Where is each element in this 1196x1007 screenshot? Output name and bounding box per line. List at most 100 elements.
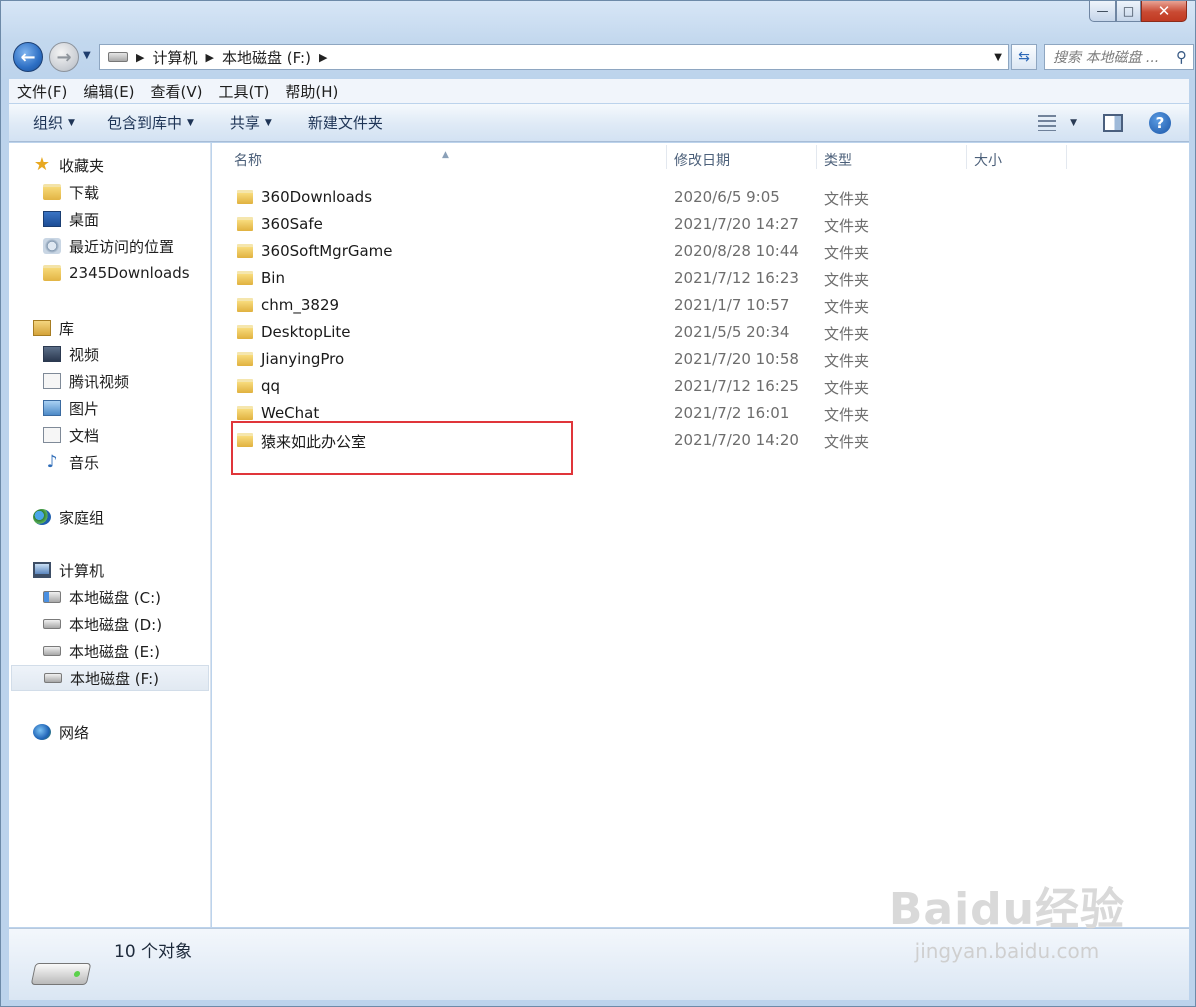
drive-icon [30, 963, 92, 985]
column-divider[interactable] [1066, 145, 1067, 169]
sidebar-item-computer[interactable]: 计算机 [33, 557, 233, 583]
system-drive-icon [43, 591, 61, 603]
organize-button[interactable]: 组织 ▼ [33, 112, 75, 133]
sidebar-label: 收藏夹 [59, 156, 105, 175]
menu-view[interactable]: 查看(V) [143, 81, 211, 102]
search-icon[interactable]: ⚲ [1176, 48, 1187, 66]
homegroup-icon [33, 509, 51, 525]
column-date-modified[interactable]: 修改日期 [674, 150, 730, 170]
new-folder-button[interactable]: 新建文件夹 [308, 112, 383, 133]
breadcrumb-separator-icon[interactable]: ▶ [205, 51, 213, 64]
file-row[interactable]: 360Downloads 2020/6/5 9:05 文件夹 [212, 184, 1072, 211]
annotation-highlight-box [231, 421, 573, 475]
column-type[interactable]: 类型 [824, 150, 852, 170]
sidebar-item-homegroup[interactable]: 家庭组 [33, 504, 233, 530]
file-date: 2021/7/12 16:25 [674, 377, 799, 395]
breadcrumb-separator-icon[interactable]: ▶ [319, 51, 327, 64]
folder-icon [237, 244, 253, 258]
share-button[interactable]: 共享 ▼ [230, 112, 272, 133]
help-icon[interactable]: ? [1149, 112, 1171, 134]
file-row[interactable]: qq 2021/7/12 16:25 文件夹 [212, 373, 1072, 400]
back-button[interactable]: ← [13, 42, 43, 72]
navigation-pane: ★ 收藏夹 下载 桌面 最近访问的位置 2345Downloads 库 视频 腾… [9, 143, 211, 927]
maximize-button[interactable]: □ [1116, 1, 1141, 22]
sidebar-label: 2345Downloads [69, 264, 190, 282]
sidebar-item-libraries[interactable]: 库 [33, 315, 233, 341]
view-options-icon[interactable] [1038, 115, 1057, 131]
breadcrumb-drive-f[interactable]: 本地磁盘 (F:) [222, 47, 311, 68]
file-date: 2021/5/5 20:34 [674, 323, 790, 341]
folder-icon [237, 217, 253, 231]
menu-help[interactable]: 帮助(H) [277, 81, 346, 102]
include-library-button[interactable]: 包含到库中 ▼ [107, 112, 194, 133]
view-dropdown-icon[interactable]: ▼ [1070, 118, 1077, 128]
sidebar-item-drive-f[interactable]: 本地磁盘 (F:) [11, 665, 209, 691]
address-dropdown-icon[interactable]: ▼ [994, 52, 1002, 63]
folder-icon [237, 379, 253, 393]
search-input[interactable]: 搜索 本地磁盘 ... ⚲ [1044, 44, 1194, 70]
file-row[interactable]: Bin 2021/7/12 16:23 文件夹 [212, 265, 1072, 292]
file-type: 文件夹 [824, 406, 870, 424]
column-divider[interactable] [816, 145, 817, 169]
search-placeholder: 搜索 本地磁盘 ... [1053, 50, 1160, 66]
sidebar-item-favorites[interactable]: ★ 收藏夹 [33, 152, 233, 178]
desktop-icon [43, 211, 61, 227]
sidebar-item-network[interactable]: 网络 [33, 719, 233, 745]
chevron-down-icon: ▼ [68, 117, 75, 128]
tencent-video-library-icon [43, 373, 61, 389]
sidebar-label: 本地磁盘 (F:) [70, 669, 159, 688]
sidebar-label: 图片 [69, 399, 100, 418]
back-arrow-icon: ← [20, 46, 36, 68]
menu-tools[interactable]: 工具(T) [211, 81, 278, 102]
folder-icon [237, 271, 253, 285]
file-list: ▲ 名称 修改日期 类型 大小 360Downloads 2020/6/5 9:… [212, 143, 1189, 927]
sidebar-label: 计算机 [59, 561, 105, 580]
column-divider[interactable] [966, 145, 967, 169]
breadcrumb-computer[interactable]: 计算机 [152, 47, 197, 68]
sidebar-label: 家庭组 [59, 508, 105, 527]
share-label: 共享 [229, 114, 260, 132]
menu-file[interactable]: 文件(F) [9, 81, 75, 102]
sidebar-label: 下载 [69, 183, 100, 202]
documents-library-icon [43, 427, 61, 443]
navigation-row: ← → ▼ ▶ 计算机 ▶ 本地磁盘 (F:) ▶ ▼ ⇆ 搜索 本地磁盘 ..… [11, 41, 1194, 73]
recent-pages-dropdown[interactable]: ▼ [83, 50, 91, 61]
file-date: 2020/6/5 9:05 [674, 188, 780, 206]
command-bar: 组织 ▼ 包含到库中 ▼ 共享 ▼ 新建文件夹 ▼ ? [9, 104, 1189, 142]
column-size[interactable]: 大小 [974, 150, 1002, 170]
file-name: Bin [261, 269, 285, 287]
close-button[interactable]: ✕ [1141, 1, 1187, 22]
downloads-folder-icon [43, 184, 61, 200]
drive-icon [43, 646, 61, 656]
file-type: 文件夹 [824, 271, 870, 289]
file-type: 文件夹 [824, 433, 870, 451]
command-bar-right: ▼ ? [1038, 104, 1189, 142]
file-type: 文件夹 [824, 217, 870, 235]
music-note-icon: ♪ [46, 452, 58, 472]
sidebar-label: 网络 [59, 723, 90, 742]
sidebar-label: 视频 [69, 345, 100, 364]
folder-icon [237, 190, 253, 204]
star-icon: ★ [33, 154, 51, 175]
file-row[interactable]: 360Safe 2021/7/20 14:27 文件夹 [212, 211, 1072, 238]
refresh-button[interactable]: ⇆ [1011, 44, 1037, 70]
computer-icon [33, 562, 51, 578]
include-library-label: 包含到库中 [106, 114, 182, 132]
column-divider[interactable] [666, 145, 667, 169]
menu-edit[interactable]: 编辑(E) [75, 81, 142, 102]
watermark: Baidu经验 jingyan.baidu.com [889, 873, 1125, 963]
file-row[interactable]: JianyingPro 2021/7/20 10:58 文件夹 [212, 346, 1072, 373]
column-name[interactable]: 名称 [234, 150, 262, 170]
file-row[interactable]: 360SoftMgrGame 2020/8/28 10:44 文件夹 [212, 238, 1072, 265]
file-row[interactable]: DesktopLite 2021/5/5 20:34 文件夹 [212, 319, 1072, 346]
forward-button[interactable]: → [49, 42, 79, 72]
sidebar-label: 最近访问的位置 [69, 237, 175, 256]
file-name: qq [261, 377, 281, 395]
breadcrumb-separator-icon[interactable]: ▶ [136, 51, 144, 64]
watermark-url: jingyan.baidu.com [914, 939, 1100, 963]
recent-places-icon [43, 238, 61, 254]
address-bar[interactable]: ▶ 计算机 ▶ 本地磁盘 (F:) ▶ ▼ [99, 44, 1009, 70]
preview-pane-icon[interactable] [1103, 114, 1123, 132]
minimize-button[interactable]: — [1089, 1, 1116, 22]
file-row[interactable]: chm_3829 2021/1/7 10:57 文件夹 [212, 292, 1072, 319]
